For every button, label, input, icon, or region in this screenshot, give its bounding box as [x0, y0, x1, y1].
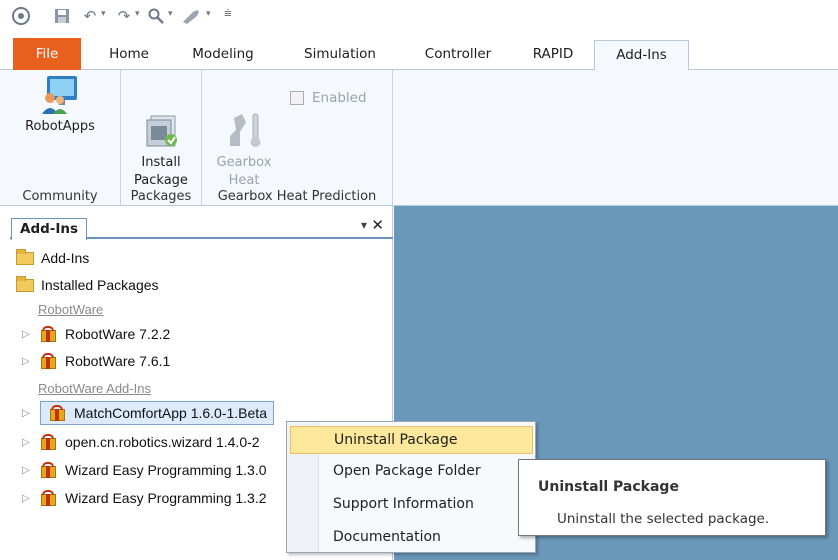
category-robotware-add-ins: RobotWare Add-Ins — [38, 381, 151, 396]
tooltip: Uninstall Package Uninstall the selected… — [518, 459, 826, 536]
tab-add-ins[interactable]: Add-Ins — [594, 40, 689, 73]
tab-controller[interactable]: Controller — [408, 40, 508, 70]
undo-icon[interactable]: ↶ — [80, 6, 100, 26]
tab-simulation[interactable]: Simulation — [290, 40, 390, 70]
package-icon — [40, 462, 58, 478]
ribbon-group-community: RobotApps Community — [0, 70, 121, 206]
tree-package-robotware-722[interactable]: ▷ RobotWare 7.2.2 — [22, 322, 170, 346]
gearbox-heat-button[interactable]: Gearbox Heat — [208, 74, 280, 208]
expand-arrow-icon[interactable]: ▷ — [22, 437, 40, 448]
expand-arrow-icon[interactable]: ▷ — [22, 356, 40, 367]
install-package-label: Install Package — [134, 155, 188, 188]
package-icon — [40, 326, 58, 342]
tree-label: Wizard Easy Programming 1.3.0 — [65, 462, 267, 478]
robotapps-label: RobotApps — [25, 119, 95, 134]
robotapps-icon — [40, 74, 80, 114]
gearbox-heat-label: Gearbox Heat — [216, 155, 272, 188]
tree-folder-installed-packages[interactable]: Installed Packages — [16, 273, 159, 297]
tab-file[interactable]: File — [13, 38, 81, 70]
save-icon[interactable] — [52, 6, 72, 26]
tree-package-open-cn-robotics-wizard[interactable]: ▷ open.cn.robotics.wizard 1.4.0-2 — [22, 430, 260, 454]
zoom-dropdown-icon[interactable]: ▾ — [168, 9, 173, 19]
tree-package-robotware-761[interactable]: ▷ RobotWare 7.6.1 — [22, 349, 170, 373]
category-robotware: RobotWare — [38, 302, 104, 317]
expand-arrow-icon[interactable]: ▷ — [22, 408, 40, 419]
expand-arrow-icon[interactable]: ▷ — [22, 465, 40, 476]
ribbon-group-packages: Install Package Packages — [121, 70, 202, 206]
tree-label: RobotWare 7.2.2 — [65, 326, 171, 342]
panel-tab-add-ins[interactable]: Add-Ins — [11, 218, 88, 240]
tree-folder-add-ins[interactable]: Add-Ins — [16, 246, 89, 270]
redo-dropdown-icon[interactable]: ▾ — [135, 9, 140, 19]
package-icon — [40, 490, 58, 506]
tooltip-body: Uninstall the selected package. — [557, 511, 770, 527]
ribbon-empty-area — [393, 70, 838, 206]
redo-icon[interactable]: ↷ — [114, 6, 134, 26]
quick-access-toolbar: ↶ ▾ ↷ ▾ ▾ ▾ ⩧ — [0, 0, 838, 34]
expand-arrow-icon[interactable]: ▷ — [22, 493, 40, 504]
tab-rapid[interactable]: RAPID — [518, 40, 588, 70]
undo-dropdown-icon[interactable]: ▾ — [101, 9, 106, 19]
menu-item-support-information[interactable]: Support Information — [290, 490, 533, 518]
tool-icon[interactable] — [180, 6, 202, 26]
tree-package-wizard-easy-programming-130[interactable]: ▷ Wizard Easy Programming 1.3.0 — [22, 458, 267, 482]
group-label-community: Community — [22, 189, 98, 204]
group-label-packages: Packages — [130, 189, 192, 204]
ribbon: RobotApps Community Install Package Pack… — [0, 70, 393, 206]
enabled-checkbox[interactable]: Enabled — [290, 90, 367, 106]
tree-label: Installed Packages — [41, 277, 159, 293]
tree-label: MatchComfortApp 1.6.0-1.Beta — [74, 405, 267, 421]
package-icon — [49, 405, 67, 421]
panel-close-icon[interactable]: ✕ — [371, 216, 384, 234]
zoom-icon[interactable] — [146, 6, 166, 26]
app-icon[interactable] — [10, 6, 32, 26]
customize-icon[interactable]: ⩧ — [224, 6, 232, 21]
menu-item-uninstall-package[interactable]: Uninstall Package — [290, 426, 533, 454]
ribbon-tabs: File Home Modeling Simulation Controller… — [0, 38, 838, 73]
enabled-checkbox-label: Enabled — [312, 90, 367, 106]
group-label-gearbox-heat-prediction: Gearbox Heat Prediction — [217, 189, 377, 204]
install-package-button[interactable]: Install Package — [125, 74, 197, 208]
tree-label: Add-Ins — [41, 250, 90, 266]
tree-package-matchcomfortapp[interactable]: ▷ MatchComfortApp 1.6.0-1.Beta — [22, 401, 274, 425]
ribbon-group-gearbox-heat-prediction: Gearbox Heat Enabled Gearbox Heat Predic… — [202, 70, 393, 206]
context-menu: Uninstall Package Open Package Folder Su… — [286, 421, 536, 553]
tree-label: Wizard Easy Programming 1.3.2 — [65, 490, 267, 506]
package-icon — [40, 353, 58, 369]
enabled-checkbox-box[interactable] — [290, 91, 304, 105]
tree-package-wizard-easy-programming-132[interactable]: ▷ Wizard Easy Programming 1.3.2 — [22, 486, 267, 510]
panel-options-icon[interactable]: ▾ — [361, 218, 367, 232]
package-icon — [40, 434, 58, 450]
install-package-icon — [141, 92, 181, 147]
tool-dropdown-icon[interactable]: ▾ — [206, 9, 211, 19]
robotapps-button[interactable]: RobotApps — [8, 74, 112, 136]
tab-modeling[interactable]: Modeling — [180, 40, 266, 70]
menu-item-documentation[interactable]: Documentation — [290, 523, 533, 551]
expand-arrow-icon[interactable]: ▷ — [22, 329, 40, 340]
tooltip-title: Uninstall Package — [538, 479, 679, 495]
panel-header: Add-Ins ▾ ✕ — [10, 215, 393, 240]
tree-label: open.cn.robotics.wizard 1.4.0-2 — [65, 434, 260, 450]
folder-icon — [16, 248, 34, 265]
gearbox-heat-icon — [224, 92, 264, 147]
tree-label: RobotWare 7.6.1 — [65, 353, 171, 369]
menu-item-open-package-folder[interactable]: Open Package Folder — [290, 457, 533, 485]
folder-icon — [16, 275, 34, 292]
tab-home[interactable]: Home — [101, 40, 157, 70]
selected-item-highlight[interactable]: MatchComfortApp 1.6.0-1.Beta — [40, 401, 274, 425]
